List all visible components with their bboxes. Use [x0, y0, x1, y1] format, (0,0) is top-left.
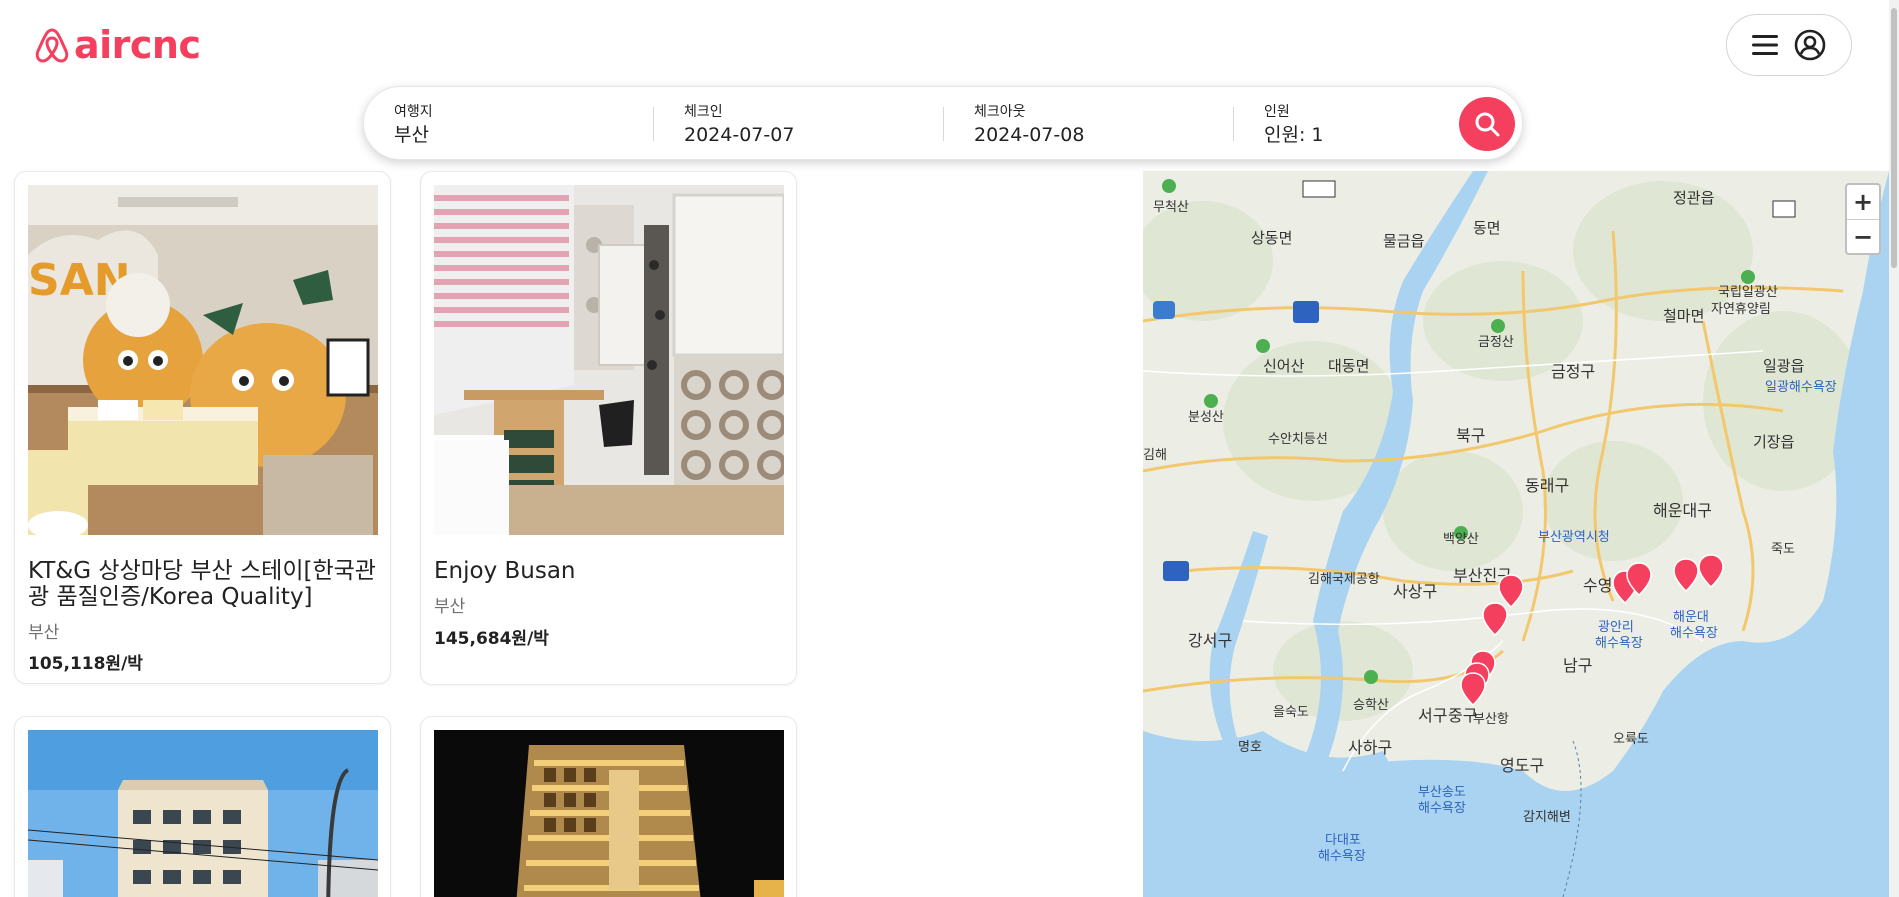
svg-text:수안치등선: 수안치등선: [1268, 432, 1328, 447]
guests-label: 인원: [1264, 104, 1290, 120]
listing-title: KT&G 상상마당 부산 스테이[한국관광 품질인증/Korea Quality…: [28, 558, 376, 610]
user-menu-button[interactable]: [1726, 14, 1852, 76]
svg-text:대동면: 대동면: [1328, 357, 1369, 375]
svg-text:자연휴양림: 자연휴양림: [1711, 302, 1771, 317]
brand-name: aircnc: [74, 23, 201, 67]
search-bar: 여행지 부산 체크인 2024-07-07 체크아웃 2024-07-08 인원…: [363, 86, 1523, 160]
listing-photo: [434, 185, 784, 535]
svg-text:감지해변: 감지해변: [1523, 810, 1571, 825]
listing-photo: SAN: [28, 185, 378, 535]
svg-text:김해국제공항: 김해국제공항: [1308, 572, 1380, 587]
checkout-field[interactable]: 체크아웃 2024-07-08: [974, 103, 1084, 148]
destination-label: 여행지: [394, 104, 433, 120]
svg-text:무척산: 무척산: [1153, 200, 1189, 215]
map-view[interactable]: 무척산 상동면 물금읍 동면 정관읍 국립일광산 자연휴양림 철마면 신어산 대…: [1143, 171, 1889, 897]
svg-text:동래구: 동래구: [1525, 476, 1569, 495]
page-scrollbar-thumb[interactable]: [1891, 8, 1897, 268]
svg-text:다대포: 다대포: [1325, 833, 1361, 848]
svg-text:부산광역시청: 부산광역시청: [1538, 530, 1610, 545]
search-divider: [653, 107, 654, 141]
checkout-value: 2024-07-08: [974, 124, 1085, 146]
svg-text:강서구: 강서구: [1188, 631, 1232, 650]
svg-text:신어산: 신어산: [1263, 357, 1305, 375]
user-circle-icon: [1794, 29, 1826, 61]
zoom-out-button[interactable]: −: [1847, 219, 1879, 253]
checkout-label: 체크아웃: [974, 104, 1026, 120]
listing-photo: [28, 730, 378, 897]
destination-value: 부산: [394, 124, 429, 146]
svg-text:영도구: 영도구: [1500, 756, 1544, 775]
svg-text:승학산: 승학산: [1353, 698, 1389, 713]
search-divider: [943, 107, 944, 141]
svg-text:해수욕장: 해수욕장: [1670, 626, 1718, 641]
search-button[interactable]: [1459, 97, 1515, 151]
hamburger-icon: [1752, 35, 1778, 55]
listing-photo: [434, 730, 784, 897]
svg-text:을숙도: 을숙도: [1273, 705, 1309, 720]
svg-text:일광해수욕장: 일광해수욕장: [1765, 380, 1837, 395]
svg-text:물금읍: 물금읍: [1383, 232, 1424, 250]
svg-text:오륙도: 오륙도: [1613, 732, 1649, 747]
checkin-label: 체크인: [684, 104, 723, 120]
svg-text:분성산: 분성산: [1188, 410, 1224, 425]
svg-text:상동면: 상동면: [1251, 229, 1292, 247]
svg-text:백양산: 백양산: [1443, 532, 1479, 547]
svg-text:국립일광산: 국립일광산: [1718, 285, 1778, 300]
listing-card[interactable]: Enjoy Busan 부산 145,684원/박: [420, 171, 797, 685]
listing-card[interactable]: [420, 716, 797, 897]
svg-text:해운대구: 해운대구: [1653, 501, 1712, 520]
listing-price: 145,684원/박: [434, 629, 549, 649]
svg-text:해운대: 해운대: [1673, 610, 1709, 625]
svg-text:광안리: 광안리: [1598, 620, 1634, 635]
search-icon: [1475, 112, 1500, 137]
svg-text:금정산: 금정산: [1478, 335, 1514, 350]
svg-text:일광읍: 일광읍: [1763, 357, 1804, 375]
svg-text:철마면: 철마면: [1663, 307, 1704, 325]
svg-text:사상구: 사상구: [1393, 582, 1437, 601]
guests-value: 인원: 1: [1264, 124, 1324, 146]
svg-text:해수욕장: 해수욕장: [1318, 849, 1366, 864]
svg-text:기장읍: 기장읍: [1753, 433, 1794, 451]
svg-text:해수욕장: 해수욕장: [1595, 636, 1643, 651]
svg-text:금정구: 금정구: [1551, 362, 1595, 381]
svg-text:김해: 김해: [1143, 448, 1167, 463]
checkin-value: 2024-07-07: [684, 124, 795, 146]
svg-text:부산항: 부산항: [1473, 712, 1509, 727]
svg-text:서구: 서구: [1418, 706, 1447, 725]
destination-field[interactable]: 여행지 부산: [394, 103, 433, 148]
svg-text:정관읍: 정관읍: [1673, 189, 1714, 207]
svg-text:부산송도: 부산송도: [1418, 785, 1466, 800]
listing-card[interactable]: [14, 716, 391, 897]
listing-location: 부산: [28, 623, 60, 643]
checkin-field[interactable]: 체크인 2024-07-07: [684, 103, 794, 148]
listing-location: 부산: [434, 597, 466, 617]
svg-text:남구: 남구: [1563, 656, 1592, 675]
search-divider: [1233, 107, 1234, 141]
svg-text:명호: 명호: [1238, 740, 1262, 755]
svg-text:북구: 북구: [1456, 426, 1485, 445]
aircnc-logo[interactable]: aircnc: [34, 24, 201, 66]
svg-text:사하구: 사하구: [1348, 738, 1392, 757]
svg-text:해수욕장: 해수욕장: [1418, 801, 1466, 816]
svg-text:동면: 동면: [1473, 219, 1501, 237]
aircnc-logo-icon: [35, 28, 69, 63]
map-zoom-control: + −: [1845, 183, 1881, 255]
svg-text:죽도: 죽도: [1771, 542, 1795, 557]
listing-card[interactable]: SAN KT&G 상상마당 부산 스테이[한국관광 품질인증/Korea Qua…: [14, 171, 391, 684]
guests-field[interactable]: 인원 인원: 1: [1264, 103, 1324, 148]
zoom-in-button[interactable]: +: [1847, 185, 1879, 219]
listing-price: 105,118원/박: [28, 654, 143, 674]
listing-title: Enjoy Busan: [434, 558, 576, 584]
